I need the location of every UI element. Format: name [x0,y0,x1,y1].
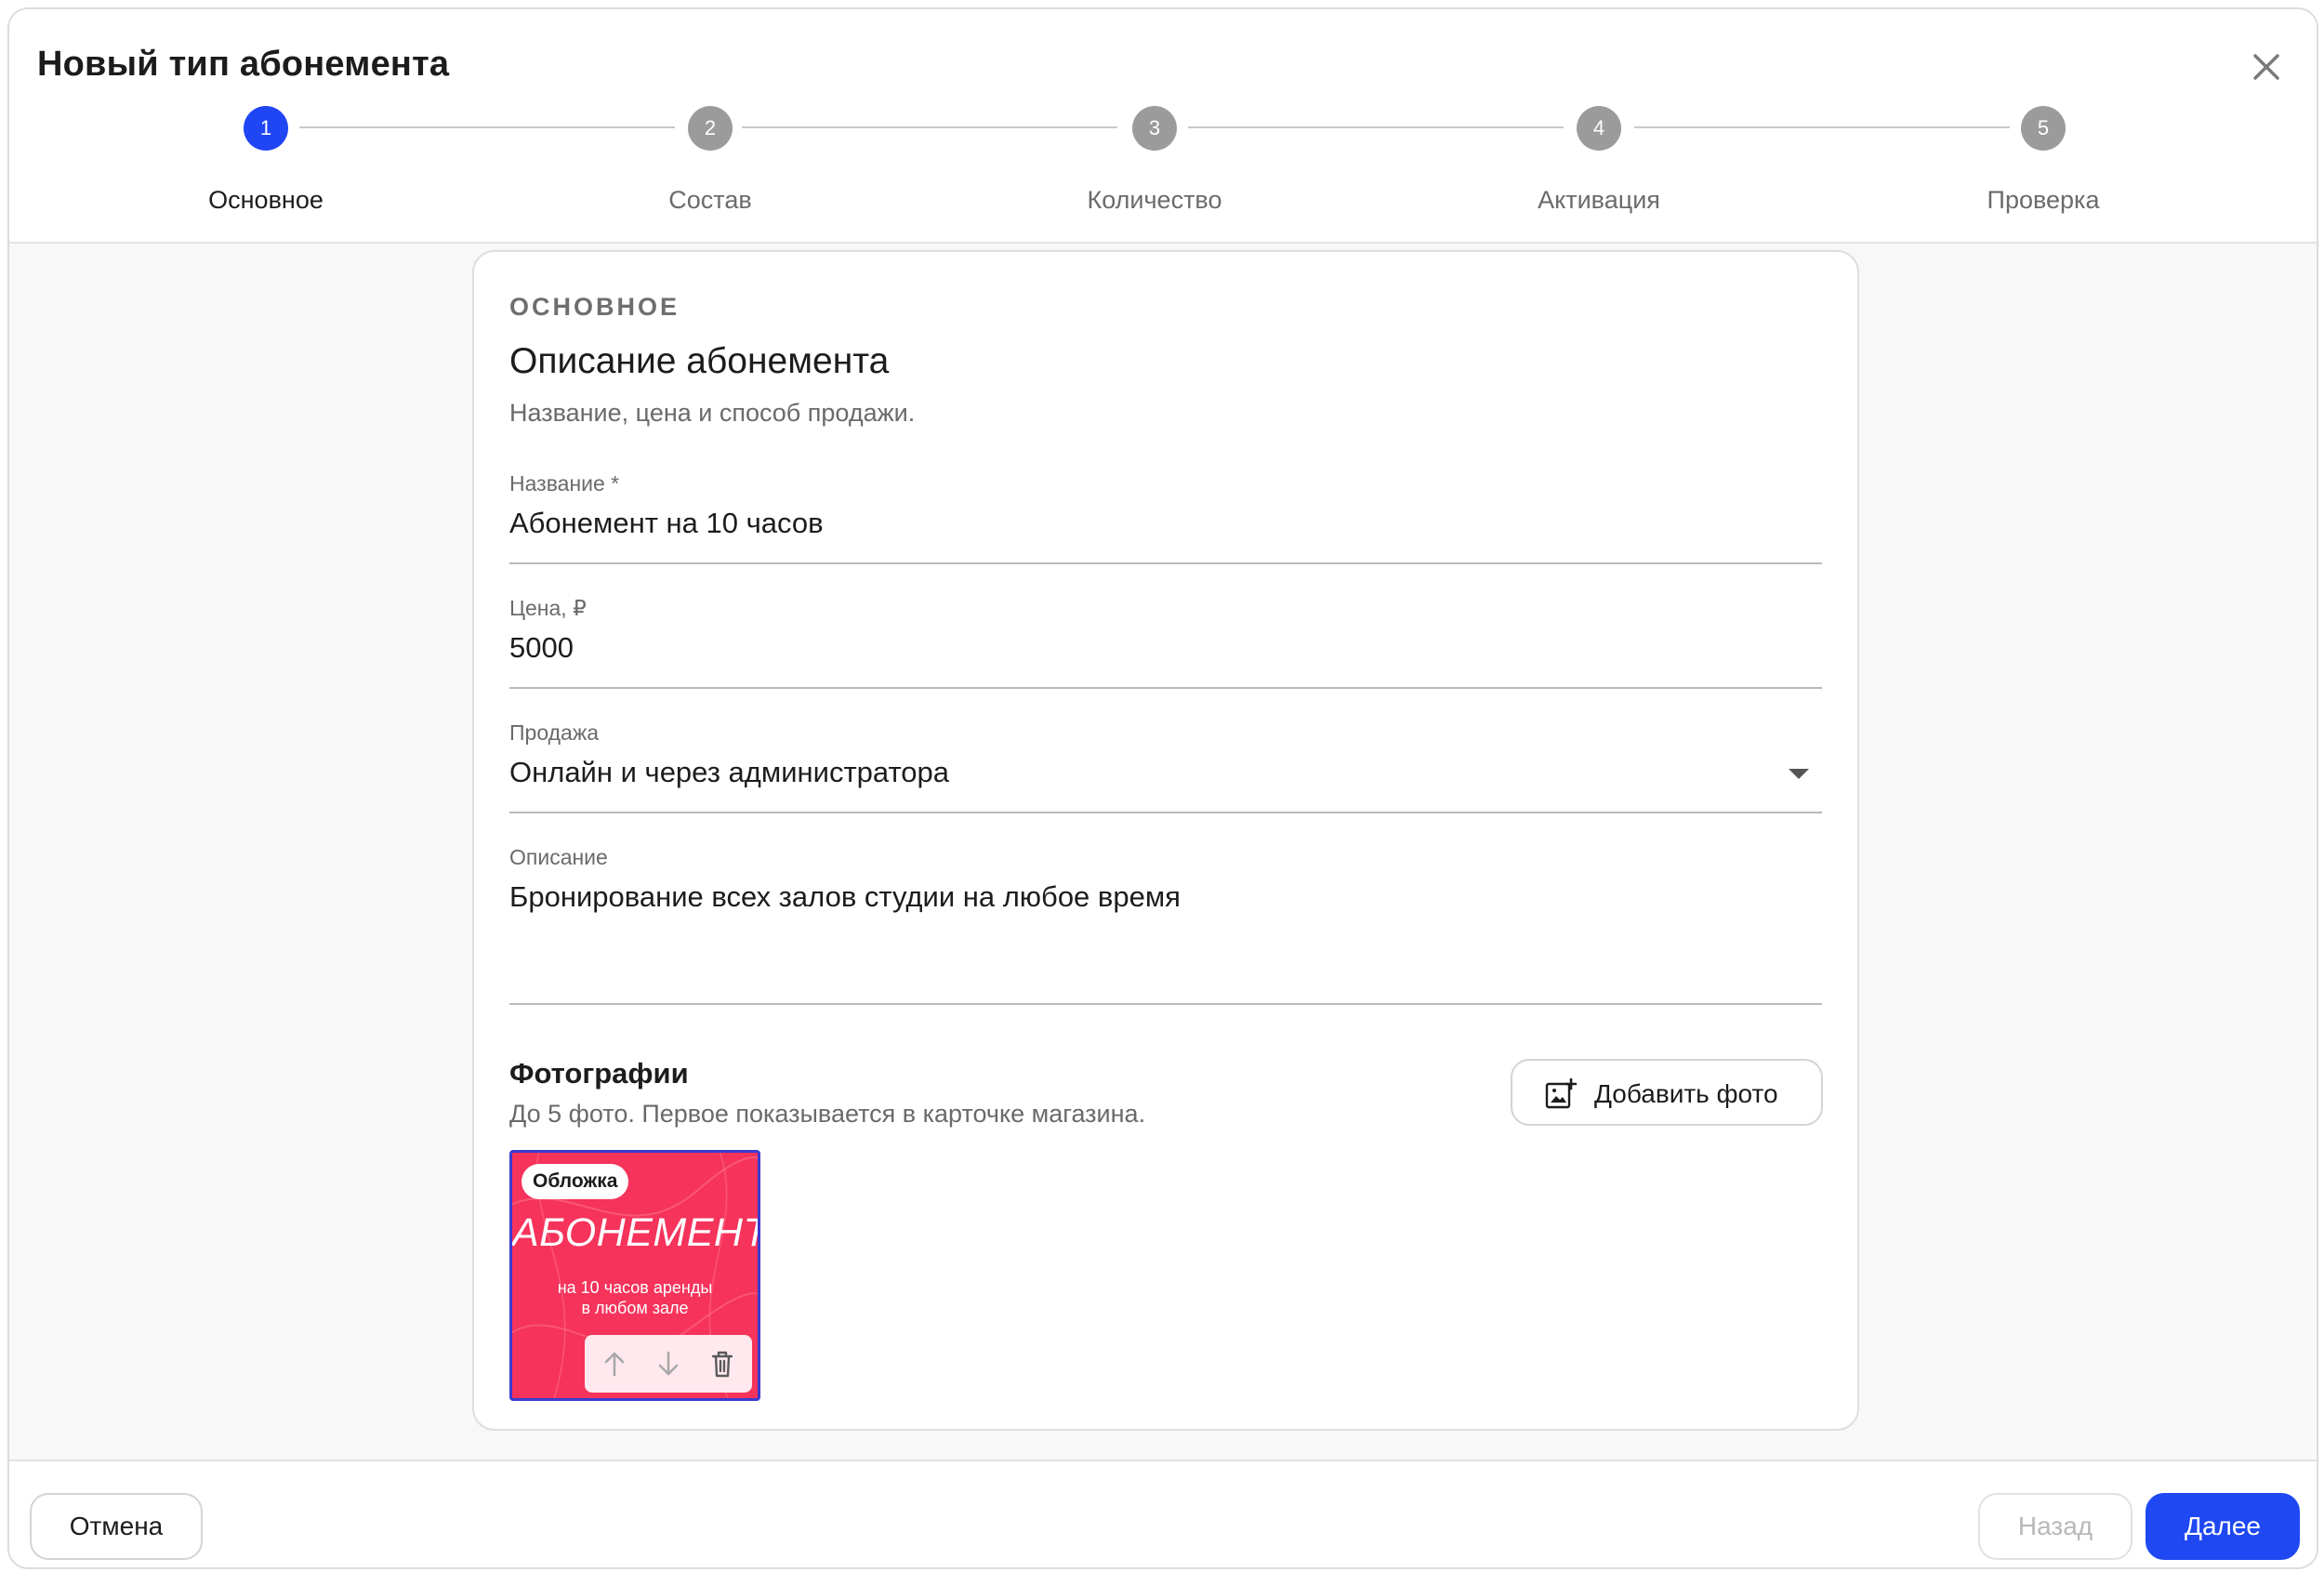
arrow-down-icon [658,1351,679,1376]
back-button[interactable]: Назад [1978,1493,2133,1560]
dialog: Новый тип абонемента 1 Основное 2 Состав… [7,7,2318,1569]
arrow-up-icon [604,1352,625,1377]
add-photo-label: Добавить фото [1594,1079,1778,1108]
step-quantity[interactable]: 3 Количество [1015,9,1294,244]
price-field[interactable]: Цена, ₽ 5000 [509,596,1822,689]
dialog-header: Новый тип абонемента 1 Основное 2 Состав… [9,9,2317,244]
cover-badge: Обложка [522,1164,629,1199]
photos-title: Фотографии [509,1057,689,1090]
promo-line: в любом зале [581,1299,689,1317]
basic-info-card: ОСНОВНОЕ Описание абонемента Название, ц… [472,250,1859,1431]
step-label: Состав [668,186,752,214]
step-activation[interactable]: 4 Активация [1459,9,1738,244]
move-up-button[interactable] [598,1347,631,1380]
name-value[interactable]: Абонемент на 10 часов [509,507,1755,540]
sale-value[interactable]: Онлайн и через администратора [509,756,1755,789]
photos-subtitle: До 5 фото. Первое показывается в карточк… [509,1100,1146,1128]
photo-thumbnail[interactable]: Обложка АБОНЕМЕНТ на 10 часов аренды в л… [509,1150,760,1401]
promo-subtitle: на 10 часов аренды в любом зале [531,1277,739,1318]
add-image-icon [1545,1077,1578,1109]
step-composition[interactable]: 2 Состав [571,9,850,244]
sale-label: Продажа [509,720,599,745]
photo-actions [585,1335,752,1393]
price-label: Цена, ₽ [509,596,587,620]
step-number: 1 [244,106,288,151]
step-label: Проверка [1987,186,2100,214]
cancel-button[interactable]: Отмена [30,1493,203,1560]
description-value[interactable]: Бронирование всех залов студии на любое … [509,880,1755,914]
section-tag: ОСНОВНОЕ [509,293,680,321]
step-number: 3 [1132,106,1177,151]
step-label: Количество [1087,186,1222,214]
dialog-footer: Отмена Назад Далее [9,1460,2317,1567]
next-button[interactable]: Далее [2146,1493,2300,1560]
description-field[interactable]: Описание Бронирование всех залов студии … [509,845,1822,1005]
step-number: 2 [688,106,733,151]
step-review[interactable]: 5 Проверка [1904,9,2183,244]
price-value[interactable]: 5000 [509,631,1755,665]
step-basic[interactable]: 1 Основное [126,9,405,244]
delete-photo-button[interactable] [706,1347,739,1380]
step-number: 5 [2021,106,2066,151]
dropdown-arrow-icon[interactable] [1789,769,1809,779]
section-title: Описание абонемента [509,341,890,381]
name-field[interactable]: Название * Абонемент на 10 часов [509,471,1822,564]
step-number: 4 [1577,106,1621,151]
sale-select[interactable]: Продажа Онлайн и через администратора [509,720,1822,813]
trash-icon [711,1351,733,1378]
step-label: Активация [1538,186,1660,214]
section-subtitle: Название, цена и способ продажи. [509,399,916,427]
stepper: 1 Основное 2 Состав 3 Количество 4 Актив… [9,9,2317,244]
description-label: Описание [509,845,608,869]
name-label: Название * [509,471,620,495]
promo-line: на 10 часов аренды [557,1278,713,1297]
add-photo-button[interactable]: Добавить фото [1511,1059,1823,1126]
step-label: Основное [208,186,324,214]
move-down-button[interactable] [652,1347,685,1380]
promo-title: АБОНЕМЕНТ [512,1210,760,1255]
